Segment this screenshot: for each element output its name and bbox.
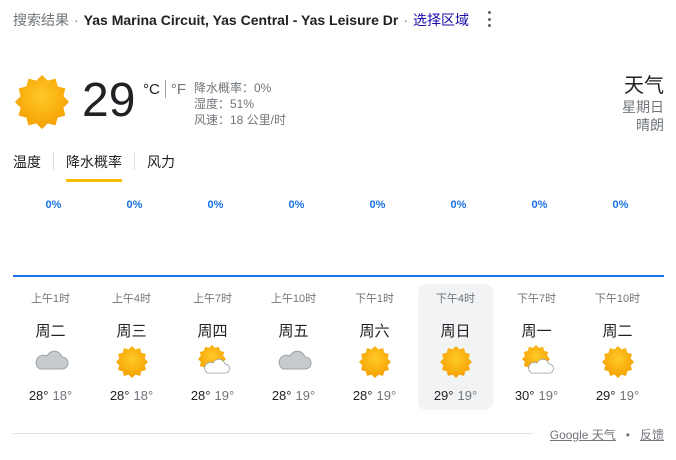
forecast-time: 下午4时 (435, 293, 476, 305)
forecast-high: 30° (514, 388, 535, 403)
tab-wind[interactable]: 风力 (147, 149, 175, 182)
precip-value: 0% (126, 199, 143, 211)
weather-summary: 天气 星期日 晴朗 (622, 74, 664, 134)
partly-cloudy-icon (198, 345, 230, 374)
forecast-low: 19° (538, 388, 559, 403)
forecast-day[interactable]: 下午4时 周日 29° 19° (418, 284, 493, 410)
cloudy-icon (278, 350, 312, 370)
precip-value: 0% (288, 199, 305, 211)
forecast-temps: 28° 19° (337, 388, 412, 403)
precip-value: 0% (612, 199, 629, 211)
sunny-icon (440, 346, 472, 378)
forecast-low: 19° (214, 388, 235, 403)
location-name: Yas Marina Circuit, Yas Central - Yas Le… (83, 12, 399, 28)
feedback-link[interactable]: 反馈 (640, 426, 664, 443)
forecast-time: 下午7时 (516, 293, 557, 305)
precip-value: 0% (207, 199, 224, 211)
precip-value: 0% (531, 199, 548, 211)
forecast-day-name: 周四 (197, 323, 228, 340)
sunny-icon (602, 346, 634, 378)
forecast-day[interactable]: 上午1时 周二 28° 18° (13, 284, 88, 410)
forecast-day[interactable]: 上午7时 周四 28° 19° (175, 284, 250, 410)
forecast-high: 28° (109, 388, 130, 403)
footer-divider (13, 433, 533, 434)
precip-value: 0% (45, 199, 62, 211)
tab-divider (134, 152, 135, 170)
google-weather-link[interactable]: Google 天气 (550, 426, 616, 443)
tab-temperature[interactable]: 温度 (13, 149, 41, 182)
forecast-time: 上午10时 (270, 293, 317, 305)
forecast-temps: 28° 18° (13, 388, 88, 403)
tab-precipitation[interactable]: 降水概率 (66, 149, 122, 182)
current-condition: 晴朗 (636, 117, 664, 133)
forecast-day-name: 周三 (116, 323, 147, 340)
more-options-icon[interactable] (484, 10, 494, 28)
precip-baseline (13, 275, 664, 277)
forecast-day-name: 周二 (602, 323, 633, 340)
forecast-time: 上午7时 (192, 293, 233, 305)
forecast-high: 29° (433, 388, 454, 403)
forecast-day[interactable]: 下午10时 周二 29° 19° (580, 284, 655, 410)
celsius-button[interactable]: °C (143, 81, 160, 98)
forecast-day-name: 周一 (521, 323, 552, 340)
forecast-temps: 29° 19° (580, 388, 655, 403)
current-day: 星期日 (622, 99, 664, 115)
forecast-time: 上午4时 (111, 293, 152, 305)
forecast-day[interactable]: 上午10时 周五 28° 19° (256, 284, 331, 410)
forecast-temps: 28° 19° (256, 388, 331, 403)
precipitation-detail: 降水概率：0% (194, 81, 272, 95)
forecast-time: 下午10时 (594, 293, 641, 305)
cloudy-icon (35, 350, 69, 370)
forecast-day-name: 周五 (278, 323, 309, 340)
forecast-day[interactable]: 上午4时 周三 28° 18° (94, 284, 169, 410)
forecast-day-name: 周日 (440, 323, 471, 340)
forecast-temps: 28° 19° (175, 388, 250, 403)
forecast-low: 18° (133, 388, 154, 403)
precip-value: 0% (450, 199, 467, 211)
forecast-low: 19° (376, 388, 397, 403)
weather-title: 天气 (624, 75, 664, 97)
breadcrumb-separator: · (74, 12, 79, 28)
precipitation-chart: 0% 0% 0% 0% 0% 0% 0% 0% (13, 196, 663, 276)
forecast-temps: 28° 18° (94, 388, 169, 403)
change-region-link[interactable]: 选择区域 (413, 10, 469, 30)
precip-value: 0% (369, 199, 386, 211)
chart-tabs: 温度 降水概率 风力 (13, 149, 175, 182)
results-label: 搜索结果 (13, 12, 69, 28)
humidity-detail: 湿度：51% (194, 97, 255, 111)
weather-details: 降水概率：0% 湿度：51% 风速：18 公里/时 (194, 80, 286, 128)
forecast-low: 19° (619, 388, 640, 403)
forecast-time: 下午1时 (354, 293, 395, 305)
forecast-temps: 29° 19° (418, 388, 493, 403)
breadcrumb: 搜索结果 · Yas Marina Circuit, Yas Central -… (13, 10, 653, 30)
forecast-high: 28° (352, 388, 373, 403)
forecast-time: 上午1时 (30, 293, 71, 305)
tab-divider (53, 152, 54, 170)
forecast-low: 18° (52, 388, 73, 403)
sunny-icon (116, 346, 148, 378)
forecast-low: 19° (295, 388, 316, 403)
unit-toggle: °C °F (143, 80, 186, 98)
fahrenheit-button[interactable]: °F (171, 81, 186, 98)
wind-detail: 风速：18 公里/时 (194, 113, 287, 127)
forecast-days: 上午1时 周二 28° 18° 上午4时 周三 28° 18° 上午7时 周四 28… (13, 284, 663, 410)
forecast-high: 28° (190, 388, 211, 403)
forecast-high: 28° (271, 388, 292, 403)
forecast-day-name: 周二 (35, 323, 66, 340)
sunny-icon (359, 346, 391, 378)
current-temperature: 29 (82, 74, 136, 127)
footer-separator: • (625, 427, 630, 442)
forecast-day[interactable]: 下午1时 周六 28° 19° (337, 284, 412, 410)
forecast-day[interactable]: 下午7时 周一 30° 19° (499, 284, 574, 410)
forecast-temps: 30° 19° (499, 388, 574, 403)
forecast-high: 28° (28, 388, 49, 403)
unit-divider (164, 80, 166, 98)
partly-cloudy-icon (522, 345, 554, 374)
forecast-high: 29° (595, 388, 616, 403)
forecast-low: 19° (457, 388, 478, 403)
footer: Google 天气 • 反馈 (550, 426, 664, 443)
sunny-icon (15, 75, 69, 129)
breadcrumb-separator: · (403, 12, 408, 28)
forecast-day-name: 周六 (359, 323, 390, 340)
